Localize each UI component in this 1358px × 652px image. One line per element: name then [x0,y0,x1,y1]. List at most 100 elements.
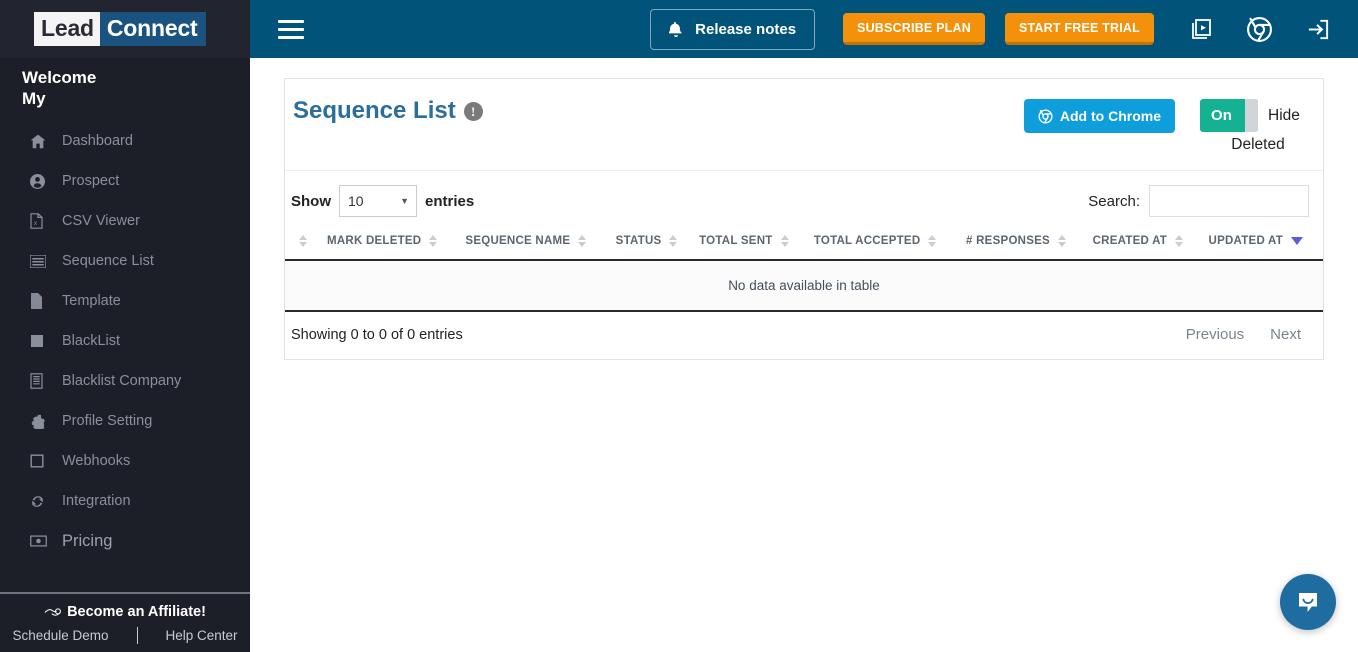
card-header-actions: Add to Chrome On Hide Deleted [1023,97,1305,154]
main-area: Release notes SUBSCRIBE PLAN START FREE … [250,0,1358,652]
sidebar-item-label: Template [62,293,121,309]
add-to-chrome-label: Add to Chrome [1059,108,1161,124]
chrome-icon[interactable] [1246,16,1273,43]
search-input[interactable] [1149,185,1309,217]
logo-connect-text: Connect [99,12,206,46]
show-label: Show [291,192,331,210]
outline-square-icon [30,453,50,469]
table-body: No data available in table [285,260,1323,312]
become-affiliate-link[interactable]: Become an Affiliate! [0,604,250,627]
become-affiliate-label: Become an Affiliate! [67,604,206,620]
sidebar-item-label: Blacklist Company [62,373,182,389]
welcome-line-2: My [22,89,46,108]
sidebar-item-label: BlackList [62,333,121,349]
table-header-status[interactable]: STATUS [609,227,694,261]
search-control: Search: [1088,185,1309,217]
sidebar-item-pricing[interactable]: Pricing [0,521,250,561]
logout-icon[interactable] [1305,17,1330,42]
start-free-trial-button[interactable]: START FREE TRIAL [1004,13,1154,45]
sequence-table: MARK DELETED SEQUENCE NAME STATUS TOTAL … [285,227,1323,312]
user-circle-icon [30,173,50,189]
table-header-mark-deleted[interactable]: MARK DELETED [321,227,460,261]
page-content: Sequence List ! Add to Chrome On Hide De… [250,58,1358,652]
sort-icon [1057,235,1066,247]
sidebar-item-webhooks[interactable]: Webhooks [0,441,250,481]
table-header-label: CREATED AT [1092,235,1168,247]
gear-icon [30,413,50,429]
table-header-label: STATUS [615,235,662,247]
table-header-label: SEQUENCE NAME [465,235,571,247]
sidebar-item-template[interactable]: Template [0,281,250,321]
hide-deleted-toggle[interactable]: On [1200,99,1259,132]
refresh-icon [30,493,50,509]
sidebar-item-prospect[interactable]: Prospect [0,161,250,201]
svg-text:x: x [34,221,37,227]
next-page-button[interactable]: Next [1270,326,1301,343]
table-header-row: MARK DELETED SEQUENCE NAME STATUS TOTAL … [285,227,1323,261]
sort-icon [299,235,307,247]
sequence-list-card: Sequence List ! Add to Chrome On Hide De… [284,78,1324,360]
sidebar-item-label: Profile Setting [62,413,153,429]
footer-divider [136,627,138,644]
release-notes-button[interactable]: Release notes [650,8,816,50]
sidebar-item-blacklist-company[interactable]: Blacklist Company [0,361,250,401]
search-label: Search: [1088,192,1140,210]
sidebar-item-label: Dashboard [62,133,133,149]
toggle-state-label: On [1211,107,1232,124]
sidebar-item-dashboard[interactable]: Dashboard [0,121,250,161]
table-empty-message: No data available in table [285,260,1323,312]
hamburger-icon[interactable] [278,18,304,40]
sidebar-item-sequence-list[interactable]: Sequence List [0,241,250,281]
exclamation-circle-icon[interactable]: ! [463,101,483,121]
add-to-chrome-button[interactable]: Add to Chrome [1023,99,1175,133]
list-table-icon [30,253,50,269]
sidebar-item-label: Prospect [62,173,120,189]
table-header-select[interactable] [285,227,321,261]
page-length-select[interactable]: 102550100 [339,185,417,217]
previous-page-button[interactable]: Previous [1186,326,1244,343]
sidebar-item-blacklist[interactable]: BlackList [0,321,250,361]
bell-icon [669,21,683,37]
page-title-text: Sequence List [293,97,456,124]
sidebar-item-label: CSV Viewer [62,213,140,229]
pagination: Previous Next [1186,326,1317,343]
app-root: Lead Connect Welcome My Dashboard Prospec… [0,0,1358,652]
help-center-link[interactable]: Help Center [166,628,238,643]
sort-icon [1175,235,1184,247]
sidebar-item-label: Sequence List [62,253,154,269]
sidebar-nav: Dashboard Prospect x CSV Viewer Sequence… [0,119,250,561]
toggle-knob [1245,99,1259,132]
sort-icon [578,235,587,247]
sidebar-footer: Become an Affiliate! Schedule Demo Help … [0,592,250,652]
sidebar-item-integration[interactable]: Integration [0,481,250,521]
sidebar-item-csv-viewer[interactable]: x CSV Viewer [0,201,250,241]
table-header-label: TOTAL SENT [699,235,773,247]
sidebar-item-label: Webhooks [62,453,131,469]
brand-logo[interactable]: Lead Connect [34,12,206,46]
hide-deleted-toggle-group: On Hide Deleted [1195,99,1305,154]
topbar-icon-group [1188,16,1330,43]
video-library-icon[interactable] [1188,16,1214,42]
intercom-launcher-button[interactable] [1280,574,1336,630]
sort-icon-active-desc [1291,237,1303,245]
table-header-responses[interactable]: # RESPONSES [960,227,1087,261]
hamburger-bar [278,27,304,31]
subscribe-plan-button[interactable]: SUBSCRIBE PLAN [843,13,985,45]
welcome-block: Welcome My [0,58,250,119]
schedule-demo-link[interactable]: Schedule Demo [12,628,108,643]
table-header-total-accepted[interactable]: TOTAL ACCEPTED [807,227,961,261]
file-icon [30,293,50,309]
entries-label: entries [425,192,475,210]
welcome-line-1: Welcome [22,68,97,87]
table-header-sequence-name[interactable]: SEQUENCE NAME [459,227,610,261]
table-header-created-at[interactable]: CREATED AT [1086,227,1203,261]
sidebar-item-label: Pricing [62,531,113,550]
table-header-updated-at[interactable]: UPDATED AT [1202,227,1323,261]
sidebar-item-profile-setting[interactable]: Profile Setting [0,401,250,441]
table-header-total-sent[interactable]: TOTAL SENT [693,227,808,261]
sort-icon [928,235,937,247]
release-notes-label: Release notes [695,20,797,38]
table-footer: Showing 0 to 0 of 0 entries Previous Nex… [285,312,1323,359]
file-csv-icon: x [30,213,50,229]
card-header: Sequence List ! Add to Chrome On Hide De… [285,79,1323,171]
